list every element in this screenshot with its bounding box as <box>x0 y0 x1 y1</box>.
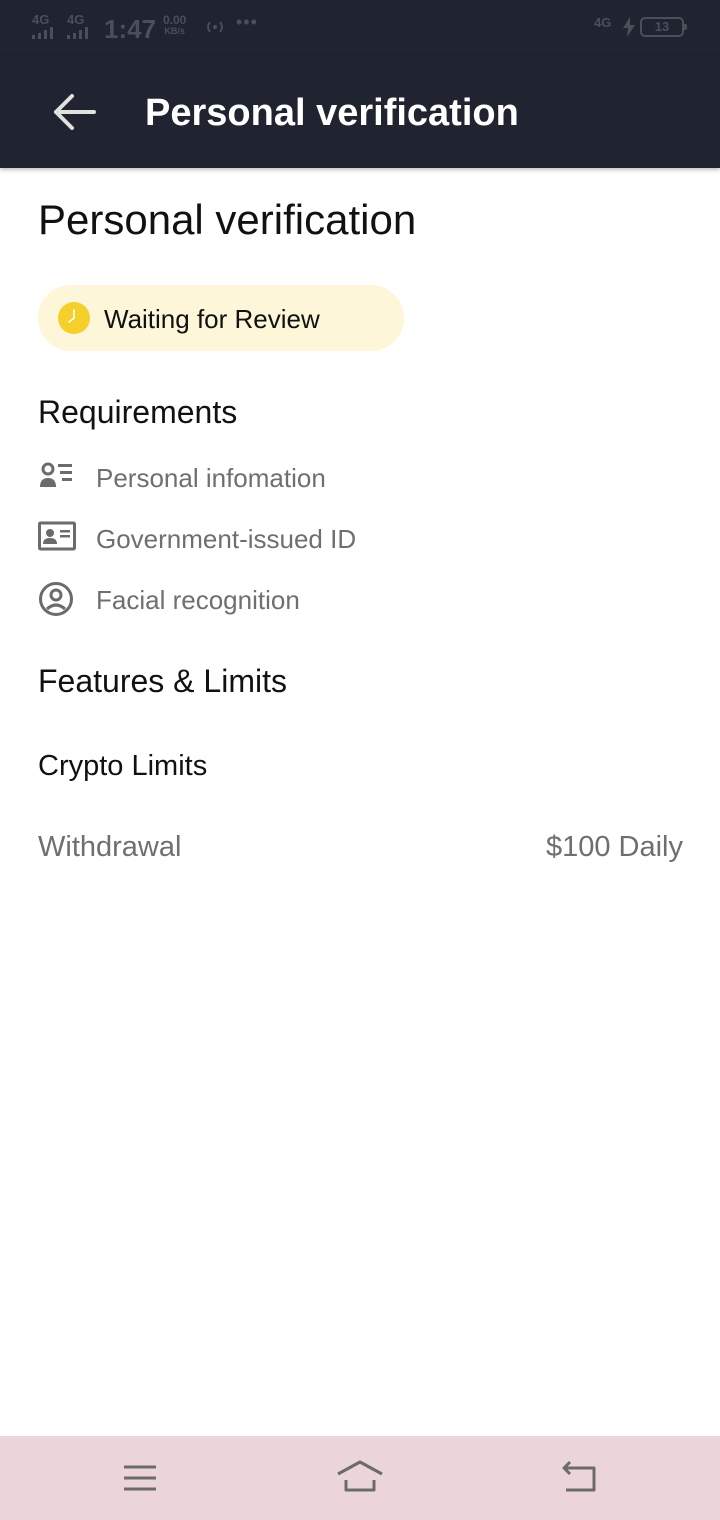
limit-label: Withdrawal <box>38 831 182 863</box>
limit-row-withdrawal: Withdrawal $100 Daily <box>38 831 683 871</box>
return-button[interactable] <box>556 1458 604 1498</box>
network-type: 4G <box>594 15 612 30</box>
menu-icon <box>124 1465 156 1491</box>
requirement-government-id: Government-issued ID <box>38 518 638 558</box>
status-badge: Waiting for Review <box>38 285 404 351</box>
system-nav-bar <box>0 1436 720 1520</box>
home-button[interactable] <box>336 1458 384 1498</box>
page-title: Personal verification <box>38 196 417 243</box>
charging-icon <box>623 17 635 37</box>
signal-2-label: 4G <box>67 12 85 27</box>
battery-level: 13 <box>654 19 670 34</box>
battery-icon: 13 <box>640 17 687 37</box>
requirements-heading: Requirements <box>38 394 238 430</box>
requirement-label: Personal infomation <box>96 463 326 493</box>
network-speed: 0.00 KB/s <box>163 13 187 37</box>
back-button[interactable] <box>40 86 108 138</box>
arrow-left-icon <box>54 94 96 130</box>
return-icon <box>562 1460 596 1492</box>
menu-button[interactable] <box>116 1458 164 1498</box>
id-card-icon <box>38 521 76 551</box>
limit-value: $100 Daily <box>545 831 683 863</box>
signal-bars-icon <box>32 27 53 39</box>
home-icon <box>337 1460 383 1492</box>
signal-bars-icon <box>67 27 88 39</box>
status-bar: 4G 4G 1:47 0.00 KB/s ••• 4G 13 <box>0 0 720 56</box>
signal-icon-1: 4G <box>32 12 56 44</box>
features-heading: Features & Limits <box>38 663 287 699</box>
network-speed-value: 0.00 <box>163 13 187 27</box>
app-bar-title: Personal verification <box>145 92 519 134</box>
person-info-icon <box>40 462 72 487</box>
requirement-label: Facial recognition <box>96 585 300 615</box>
clock-icon <box>58 302 90 334</box>
hotspot-icon <box>207 21 223 33</box>
clock-time: 1:47 <box>104 14 157 44</box>
face-icon <box>39 582 73 616</box>
signal-icon-2: 4G <box>67 12 91 44</box>
more-notifications-icon: ••• <box>236 12 258 32</box>
app-bar: Personal verification <box>0 56 720 168</box>
crypto-limits-heading: Crypto Limits <box>38 750 208 782</box>
signal-1-label: 4G <box>32 12 50 27</box>
network-speed-unit: KB/s <box>164 26 185 36</box>
requirement-facial-recognition: Facial recognition <box>38 579 638 619</box>
requirement-label: Government-issued ID <box>96 524 357 554</box>
requirement-personal-info: Personal infomation <box>38 457 638 497</box>
status-text: Waiting for Review <box>104 304 320 334</box>
